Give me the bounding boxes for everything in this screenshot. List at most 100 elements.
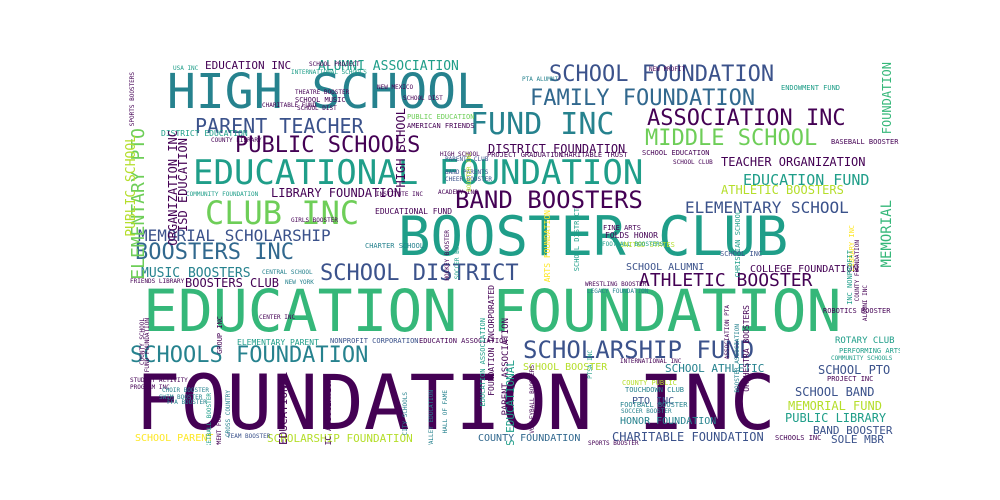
word-theatre-booster: THEATRE BOOSTER [295,89,350,96]
word-cross-country: CROSS COUNTRY [225,390,232,437]
word-school-parent: SCHOOL PARENT [135,433,214,444]
word-hockey-booster: HOCKEY BOOSTER [444,230,451,281]
word-memorial-vertical: MEMORIAL [879,200,895,268]
word-community-schools: COMMUNITY SCHOOLS [831,355,893,362]
word-public-library: PUBLIC LIBRARY [785,411,887,425]
word-legacy-foundation: LEGACY FOUNDATION [587,288,649,295]
word-new-profit: NEW PROFIT [649,66,686,73]
word-girls-booster: GIRLS BOOSTER [291,217,338,224]
word-team-booster: TEAM BOOSTER [227,433,271,440]
word-booster-association: BOOSTER ASSOCIATION [734,324,741,393]
word-public-schools: PUBLIC SCHOOLS [235,133,421,158]
word-international-schools: INTERNATIONAL SCHOOLS [291,69,367,76]
word-cloud: FOUNDATION INC EDUCATION FOUNDATION BOOSTE… [125,60,900,445]
word-school-education: SCHOOL EDUCATION [642,149,710,157]
word-baseball-booster: BASEBALL BOOSTER [831,138,899,146]
word-honor-foundation: HONOR FOUNDATION [620,416,717,427]
word-school-club: SCHOOL CLUB [673,159,713,166]
word-education-inc: EDUCATION INC [205,60,292,72]
word-elementary-school: ELEMENTARY SCHOOL [685,198,849,217]
word-basketball-booster: BASKETBALL BOOSTER [206,393,213,445]
word-center-inc: CENTER INC [259,314,296,321]
word-band-boosters: BAND BOOSTERS [455,186,643,214]
word-high-school-2: HIGH SCHOOL [440,151,480,158]
word-performing-arts: PERFORMING ARTS [839,347,900,355]
word-elementary-parent: ELEMENTARY PARENT [237,338,319,347]
word-public-school: PUBLIC SCHOOL [125,135,139,237]
word-school-project: SCHOOL PROJECT [309,61,360,68]
word-usa-inc: USA INC [173,65,199,72]
word-middle-school: MIDDLE SCHOOL [645,126,818,151]
word-association-pta: ASSOCIATION PTA [724,305,731,360]
word-district-educational: DISTRICT EDUCATIONAL [277,372,290,445]
word-soccer-boosters: SOCCER BOOSTERS [454,225,461,280]
word-project-inc: PROJECT INC [827,375,874,383]
word-fund-inc: FUND INC [470,107,615,142]
word-fine-arts: FINE ARTS [603,224,641,232]
word-schools-educational: SCHOOLS EDUCATIONAL [504,360,517,445]
word-endowment-fund: ENDOWMENT FUND [781,84,841,92]
word-football-boosters: FOOTBALL BOOSTERS [602,241,664,248]
word-high-school-vertical: HIGH SCHOOL [394,108,408,188]
word-city-schools: CITY SCHOOLS [402,392,409,436]
word-student-activity: STUDENT ACTIVITY [130,377,188,384]
word-foundation-vertical: FOUNDATION [880,62,894,135]
word-charitable-fund: CHARITABLE FUND [262,102,317,109]
word-athletic-association: ATHLETIC ASSOCIATION [324,378,333,445]
word-boosters-club: BOOSTERS CLUB [185,276,279,290]
word-inc-nonprofit: INC NONPROFIT [846,250,854,305]
word-schools-inc: SCHOOLS INC [775,434,822,442]
word-institute-inc: INSTITUTE INC [376,191,423,198]
word-new-york: NEW YORK [285,279,314,286]
word-public-education: PUBLIC EDUCATION [407,113,475,121]
word-folds-honor: FOLDS HONOR [605,231,658,240]
word-sole-mbr: SOLE MBR [831,433,884,445]
word-soccer-booster: SOCCER BOOSTER [621,408,672,415]
word-county-foundation: COUNTY FOUNDATION [478,433,581,444]
word-educational-fund: EDUCATIONAL FUND [375,207,453,216]
word-charitable-trust: CHARITABLE TRUST [560,151,628,159]
word-touchdown-club: TOUCHDOWN CLUB [625,386,685,394]
word-orchestra-boosters: ORCHESTRA BOOSTERS [742,305,751,392]
word-nonprofit-corporation: NONPROFIT CORPORATION [330,337,419,345]
word-development-foundation: DEVELOPMENT FOUNDATION [216,390,223,445]
word-isd-education: ISD EDUCATION [176,138,190,232]
word-choir-booster: CHOIR BOOSTER [162,387,209,394]
word-arts-foundation: ARTS FOUNDATION [543,210,552,283]
word-sports-booster: SPORTS BOOSTER [588,440,639,446]
word-pta-alumni: PTA ALUMNI [522,76,559,83]
word-volleyball-boosters: VOLLEYBALL BOOSTERS [529,365,536,434]
word-christian-school: CHRISTIAN SCHOOL [734,210,742,278]
word-rotary-club: ROTARY CLUB [835,336,895,346]
word-county-library: COUNTY LIBRARY [211,137,262,144]
word-teacher-organization: TEACHER ORGANIZATION [721,155,866,169]
word-project-graduation: PROJECT GRADUATION [487,151,563,159]
word-boosters-inc: BOOSTERS INC [135,240,294,265]
word-international-inc: INTERNATIONAL INC [620,358,682,365]
word-alumni-inc: ALUMNI INC [862,285,869,322]
word-american-friends: AMERICAN FRIENDS [407,122,475,130]
word-sports-boosters: SPORTS BOOSTERS [129,72,136,127]
word-hall-of-fame: HALL OF FAME [442,390,449,434]
word-valley-education: VALLEY EDUCATION [428,390,435,445]
word-county-school: COUNTY SCHOOL [139,318,146,365]
word-swim-booster: SWIM BOOSTER [159,394,203,401]
word-education-association-2: EDUCATION ASSOCIATION [479,318,487,407]
word-booster-inc: BOOSTER INC [466,152,473,192]
word-schools-foundation: SCHOOLS FOUNDATION [130,343,369,368]
word-group-inc: GROUP INC [216,316,224,354]
word-community-foundation: COMMUNITY FOUNDATION [186,191,259,198]
word-robotics-booster: ROBOTICS BOOSTER [823,307,891,315]
word-foundation-incorporated: FOUNDATION INCORPORATED [487,285,496,396]
word-ptsa-inc: PTSA INC [587,350,594,379]
word-college-foundation: COLLEGE FOUNDATION [750,264,859,275]
word-friends-library: FRIENDS LIBRARY [130,278,185,285]
word-school-district-2: SCHOOL DISTRICT [573,208,581,272]
word-new-mexico: NEW MEXICO [377,84,414,91]
word-educational-foundation: EDUCATIONAL FOUNDATION [193,153,644,193]
word-school-dist-2: SCHOOL DIST [403,95,443,102]
word-athletic-boosters: ATHLETIC BOOSTERS [721,183,844,197]
word-club-inc: CLUB INC [205,194,360,232]
word-county-foundation-2: COUNTY FOUNDATION [854,240,861,302]
word-charter-school: CHARTER SCHOOL [365,242,425,250]
